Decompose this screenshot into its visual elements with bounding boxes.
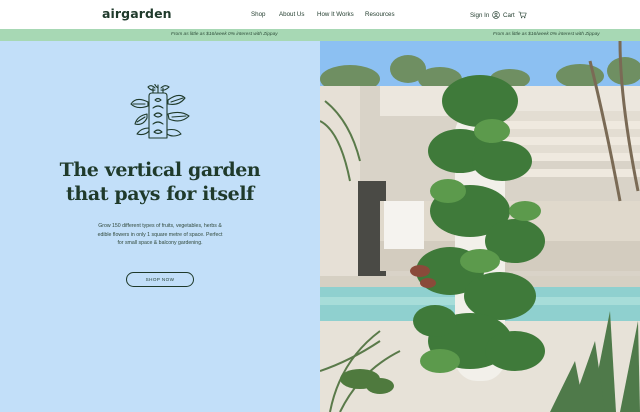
hero-description: Grow 150 different types of fruits, vege… <box>97 223 223 247</box>
nav-link-about-us[interactable]: About Us <box>279 9 304 21</box>
user-icon <box>492 11 500 19</box>
hero-headline: The vertical garden that pays for itself <box>40 158 280 206</box>
main-nav: Shop About Us How It Works Resources <box>0 9 640 21</box>
promo-text-repeat: From as little as $16/week 0% interest w… <box>493 32 600 37</box>
nav-link-shop[interactable]: Shop <box>251 9 265 21</box>
nav-link-resources[interactable]: Resources <box>365 9 395 21</box>
cart-link[interactable]: Cart <box>503 9 527 21</box>
hero-headline-line-1: The vertical garden <box>59 159 261 181</box>
hero-garden-photo <box>320 41 640 412</box>
cart-label: Cart <box>503 11 515 19</box>
hero-headline-line-2: that pays for itself <box>66 183 254 205</box>
garden-scene-illustration <box>320 41 640 412</box>
sign-in-label: Sign In <box>470 11 490 19</box>
shop-now-button[interactable]: SHOP NOW <box>126 272 194 287</box>
plant-tower-logo-icon <box>127 82 195 142</box>
cart-icon <box>518 11 527 19</box>
sign-in-link[interactable]: Sign In <box>470 9 500 21</box>
nav-link-how-it-works[interactable]: How It Works <box>317 9 354 21</box>
promo-bar: From as little as $16/week 0% interest w… <box>0 29 640 41</box>
promo-text: From as little as $16/week 0% interest w… <box>171 32 278 37</box>
site-header: airgarden Shop About Us How It Works Res… <box>0 0 640 29</box>
